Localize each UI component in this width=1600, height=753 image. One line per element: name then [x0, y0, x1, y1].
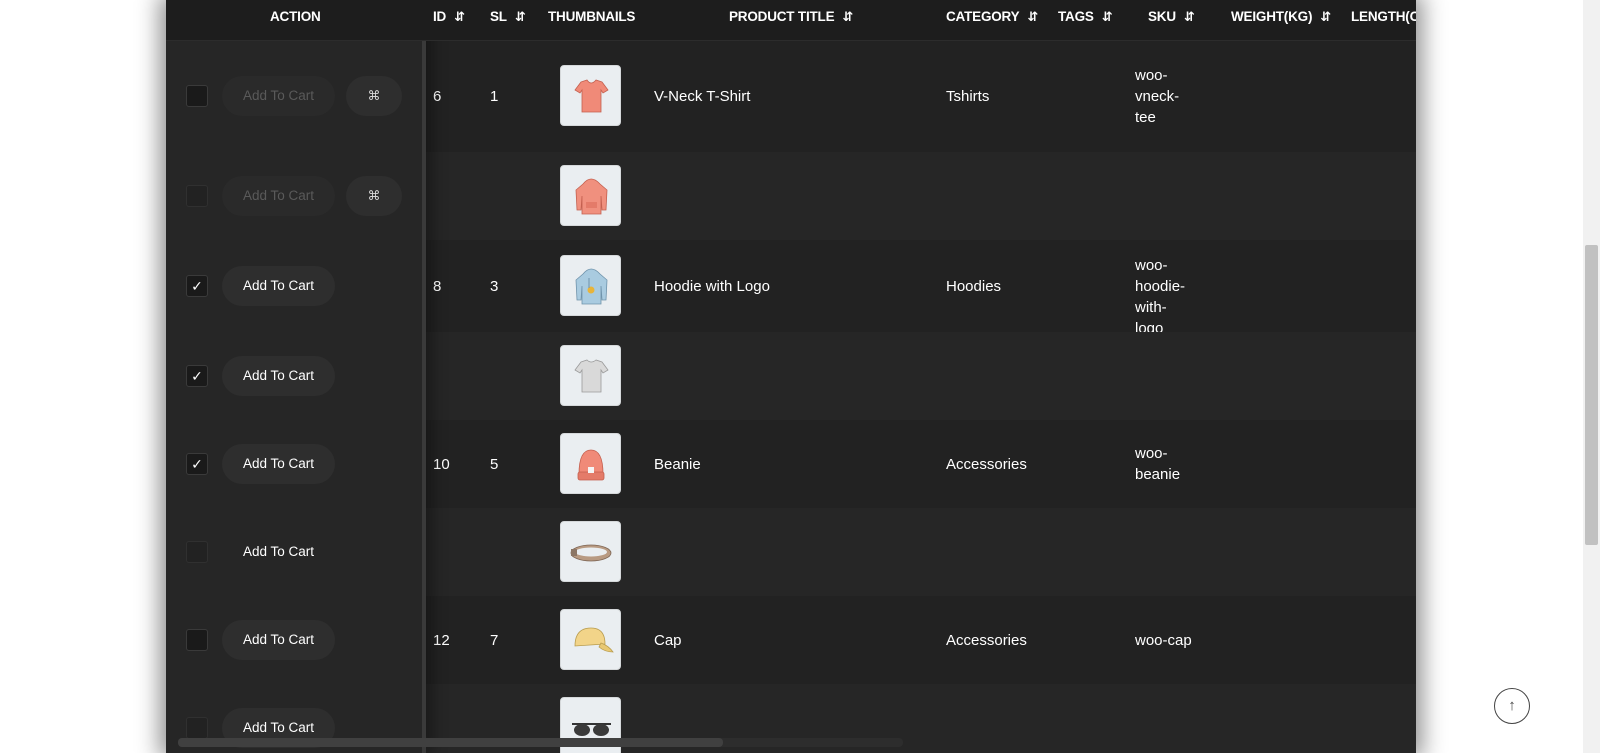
row-select-checkbox[interactable] — [186, 541, 208, 563]
product-thumbnail[interactable] — [560, 165, 621, 226]
back-to-top-button[interactable]: ↑ — [1494, 688, 1530, 724]
cell-sl: 5 — [490, 456, 499, 473]
header-weight[interactable]: WEIGHT(KG) ⇵ — [1231, 0, 1331, 34]
product-thumbnail[interactable] — [560, 345, 621, 406]
cell-sku: woo-hoodie-with-logo — [1135, 256, 1186, 337]
cell-category: Accessories — [946, 456, 1027, 473]
cell-id: 6 — [433, 88, 442, 105]
cell-category: Tshirts — [946, 88, 990, 105]
row-select-checkbox[interactable] — [186, 85, 208, 107]
cell-sl: 3 — [490, 278, 499, 295]
add-to-cart-button[interactable]: Add To Cart — [222, 176, 335, 216]
add-to-cart-button[interactable]: Add To Cart — [222, 76, 335, 116]
row-select-checkbox[interactable]: ✓ — [186, 275, 208, 297]
page-scrollbar[interactable] — [1583, 0, 1600, 753]
cell-sl: 1 — [490, 88, 499, 105]
header-length[interactable]: LENGTH(C — [1351, 0, 1416, 34]
product-thumbnail[interactable] — [560, 433, 621, 494]
add-to-cart-button[interactable]: Add To Cart — [222, 266, 335, 306]
header-product-title[interactable]: PRODUCT TITLE ⇵ — [729, 0, 853, 34]
cell-id: 10 — [433, 456, 450, 473]
cell-category: Accessories — [946, 632, 1027, 649]
sort-icon[interactable]: ⇵ — [1027, 1, 1038, 33]
header-tags[interactable]: TAGS ⇵ — [1058, 0, 1113, 34]
quick-view-button[interactable]: ⌘ — [346, 76, 402, 116]
header-action: ACTION — [270, 9, 321, 24]
header-sl[interactable]: SL ⇵ — [490, 0, 526, 34]
product-thumbnail[interactable] — [560, 65, 621, 126]
cell-category: Hoodies — [946, 278, 1002, 295]
cell-id: 8 — [433, 278, 442, 295]
cell-product-title[interactable]: V-Neck T-Shirt — [654, 86, 750, 107]
row-select-checkbox[interactable] — [186, 717, 208, 739]
header-sku[interactable]: SKU ⇵ — [1148, 0, 1195, 34]
row-select-checkbox[interactable]: ✓ — [186, 365, 208, 387]
table-header: ACTION ID ⇵ SL ⇵ THUMBNAILS PRODUCT TITLE ⇵… — [166, 0, 1416, 41]
cell-product-title[interactable]: Beanie — [654, 454, 701, 475]
row-select-checkbox[interactable] — [186, 629, 208, 651]
sort-icon[interactable]: ⇵ — [1320, 1, 1331, 33]
add-to-cart-button[interactable]: Add To Cart — [222, 356, 335, 396]
row-select-checkbox[interactable] — [186, 185, 208, 207]
header-id[interactable]: ID ⇵ — [433, 0, 465, 34]
product-table: ACTION ID ⇵ SL ⇵ THUMBNAILS PRODUCT TITLE ⇵… — [166, 0, 1416, 753]
cell-sku: woo-beanie — [1135, 445, 1181, 483]
product-thumbnail[interactable] — [560, 521, 621, 582]
horizontal-scrollbar[interactable] — [178, 738, 903, 747]
sort-icon[interactable]: ⇵ — [1102, 1, 1113, 33]
sort-icon[interactable]: ⇵ — [454, 1, 465, 33]
add-to-cart-button[interactable]: Add To Cart — [222, 620, 335, 660]
arrow-up-icon: ↑ — [1508, 697, 1516, 714]
header-category[interactable]: CATEGORY ⇵ — [946, 0, 1038, 34]
cell-sku: woo-cap — [1135, 631, 1192, 649]
cell-id: 12 — [433, 632, 450, 649]
cell-product-title[interactable]: Cap — [654, 630, 682, 651]
quick-view-button[interactable]: ⌘ — [346, 176, 402, 216]
horizontal-scrollbar-thumb[interactable] — [178, 738, 723, 747]
sort-icon[interactable]: ⇵ — [842, 1, 853, 33]
product-thumbnail[interactable] — [560, 609, 621, 670]
cell-sl: 7 — [490, 632, 499, 649]
add-to-cart-button[interactable]: Add To Cart — [222, 444, 335, 484]
cell-product-title[interactable]: Hoodie with Logo — [654, 276, 770, 297]
add-to-cart-button[interactable]: Add To Cart — [222, 532, 335, 572]
header-thumbnails: THUMBNAILS — [548, 9, 636, 24]
sort-icon[interactable]: ⇵ — [1184, 1, 1195, 33]
quick-view-icon: ⌘ — [367, 88, 381, 103]
quick-view-icon: ⌘ — [367, 188, 381, 203]
cell-sku: woo-vneck-tee — [1135, 66, 1180, 126]
product-thumbnail[interactable] — [560, 255, 621, 316]
page-scrollbar-thumb[interactable] — [1585, 245, 1598, 545]
sort-icon[interactable]: ⇵ — [515, 1, 526, 33]
row-select-checkbox[interactable]: ✓ — [186, 453, 208, 475]
